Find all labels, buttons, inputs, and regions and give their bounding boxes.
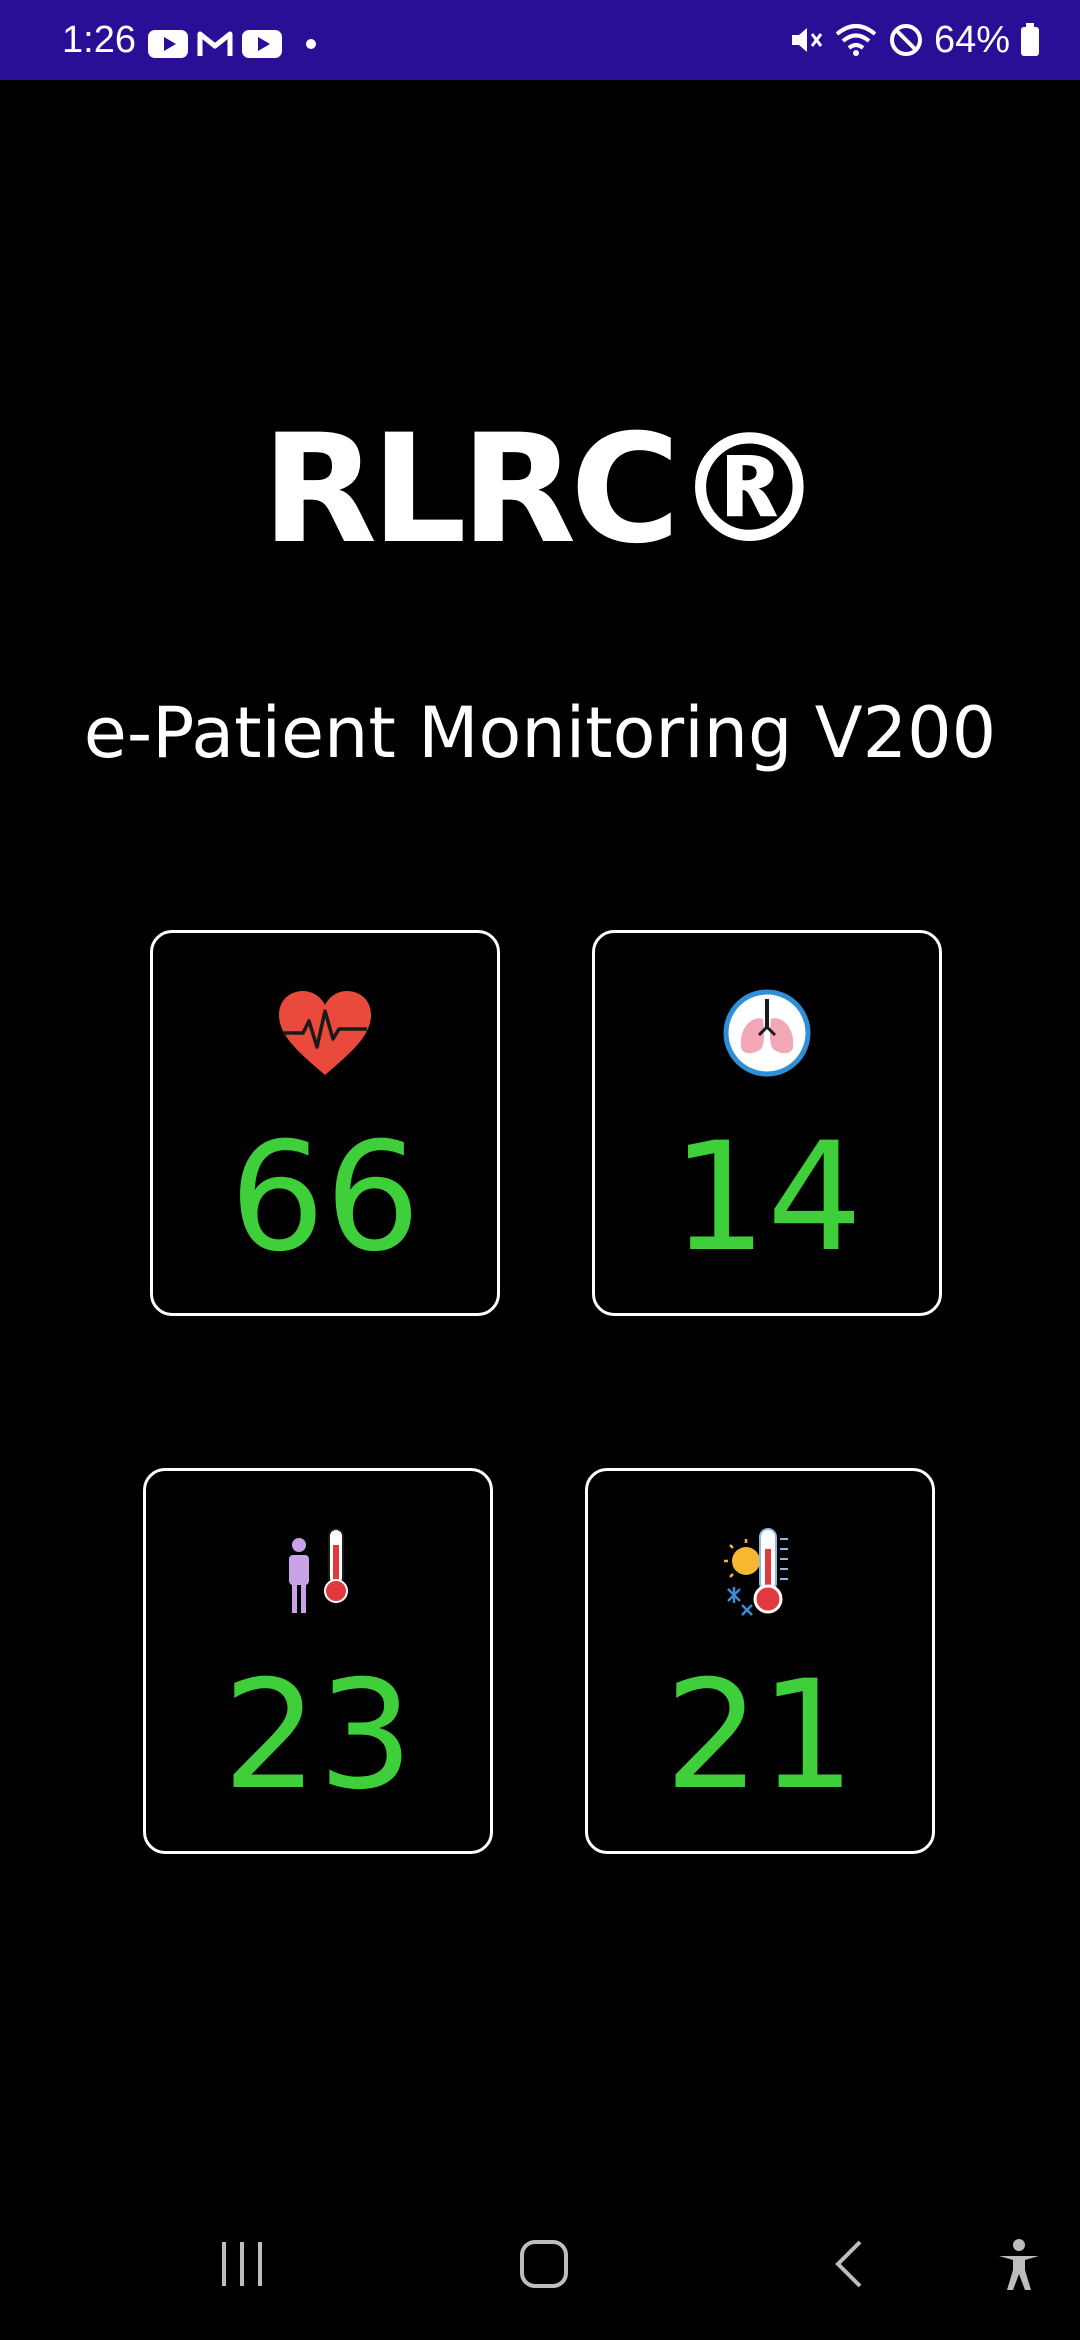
home-icon[interactable] xyxy=(518,2238,570,2294)
ambient-temperature-icon xyxy=(722,1527,798,1623)
navigation-bar xyxy=(0,2210,1080,2340)
youtube-icon xyxy=(242,30,282,58)
do-not-disturb-icon xyxy=(888,22,924,58)
heart-rate-tile[interactable]: 66 xyxy=(150,930,500,1316)
ambient-temperature-value: 21 xyxy=(664,1649,856,1823)
mute-icon xyxy=(788,22,824,58)
youtube-icon xyxy=(148,30,188,58)
wifi-icon xyxy=(834,22,878,58)
heart-rate-icon xyxy=(277,989,373,1081)
notification-dot-icon xyxy=(305,38,317,50)
respiration-value: 14 xyxy=(671,1111,863,1285)
screen: 1:26 64% RLRC® e-Patient Monitoring V200… xyxy=(0,0,1080,2340)
accessibility-icon[interactable] xyxy=(995,2238,1043,2298)
battery-percent: 64% xyxy=(933,19,1010,61)
brand-logo: RLRC® xyxy=(261,403,825,577)
battery-icon xyxy=(1020,23,1040,57)
page-title: e-Patient Monitoring V200 xyxy=(83,692,997,774)
notification-icons xyxy=(148,30,317,58)
status-bar: 1:26 64% xyxy=(0,0,1080,80)
body-temperature-value: 23 xyxy=(222,1649,414,1823)
body-temperature-tile[interactable]: 23 xyxy=(143,1468,493,1854)
body-temperature-icon xyxy=(285,1527,351,1621)
lungs-icon xyxy=(723,989,811,1081)
ambient-temperature-tile[interactable]: 21 xyxy=(585,1468,935,1854)
status-right: 64% xyxy=(788,18,1040,62)
gmail-icon xyxy=(197,30,233,58)
status-time: 1:26 xyxy=(62,19,136,61)
recent-apps-icon[interactable] xyxy=(218,2238,266,2294)
back-icon[interactable] xyxy=(828,2238,868,2294)
heart-rate-value: 66 xyxy=(229,1111,421,1285)
respiration-tile[interactable]: 14 xyxy=(592,930,942,1316)
